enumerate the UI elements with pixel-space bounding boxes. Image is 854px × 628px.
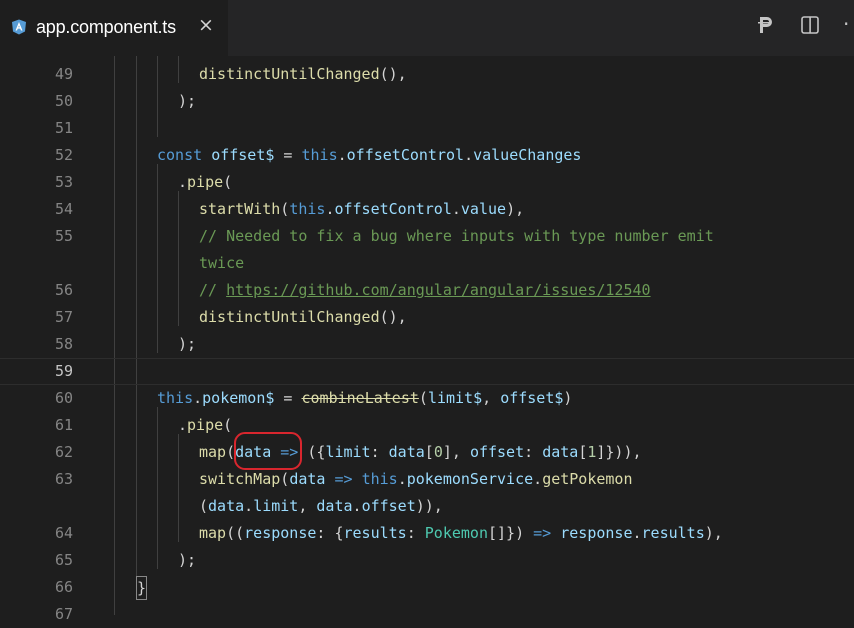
line-number: 61 bbox=[54, 416, 73, 434]
line-number: 59 bbox=[54, 362, 73, 380]
code-line: 65 ); bbox=[0, 547, 854, 574]
tab-app-component[interactable]: app.component.ts × bbox=[0, 0, 228, 56]
line-number: 64 bbox=[54, 524, 73, 542]
code-line-wrapped: twice bbox=[0, 250, 854, 277]
code-line-wrapped: (data.limit, data.offset)), bbox=[0, 493, 854, 520]
code-text: distinctUntilChanged(), bbox=[199, 65, 407, 83]
code-line: 61 .pipe( bbox=[0, 412, 854, 439]
line-number: 56 bbox=[54, 281, 73, 299]
line-number: 57 bbox=[54, 308, 73, 326]
code-text: ); bbox=[178, 92, 197, 110]
code-editor[interactable]: 49 distinctUntilChanged(), 50 ); 51 52 c… bbox=[0, 56, 854, 623]
line-number: 62 bbox=[54, 443, 73, 461]
code-comment-link[interactable]: // https://github.com/angular/angular/is… bbox=[199, 277, 651, 304]
code-line: 51 bbox=[0, 115, 854, 142]
line-number: 49 bbox=[54, 65, 73, 83]
code-line: 60 this.pokemon$ = combineLatest(limit$,… bbox=[0, 385, 854, 412]
tab-bar: app.component.ts × · bbox=[0, 0, 854, 56]
line-number: 65 bbox=[54, 551, 73, 569]
code-line: 53 .pipe( bbox=[0, 169, 854, 196]
code-comment: // Needed to fix a bug where inputs with… bbox=[199, 227, 714, 245]
code-line: 54 startWith(this.offsetControl.value), bbox=[0, 196, 854, 223]
tab-label: app.component.ts bbox=[36, 17, 176, 37]
line-number: 50 bbox=[54, 92, 73, 110]
angular-icon bbox=[12, 19, 26, 35]
code-text: const offset$ = this.offsetControl.value… bbox=[157, 146, 582, 164]
code-line: 58 ); bbox=[0, 331, 854, 358]
code-line: 63 switchMap(data => this.pokemonService… bbox=[0, 466, 854, 493]
line-number: 52 bbox=[54, 146, 73, 164]
code-text: this.pokemon$ = combineLatest(limit$, of… bbox=[157, 389, 573, 407]
split-editor-icon[interactable] bbox=[800, 14, 820, 36]
code-line-current: 59 bbox=[0, 358, 854, 385]
line-number: 55 bbox=[54, 227, 73, 245]
code-line: 62 map(data => ({limit: data[0], offset:… bbox=[0, 439, 854, 466]
close-icon[interactable]: × bbox=[198, 14, 214, 36]
code-text: .pipe( bbox=[178, 173, 233, 191]
code-text: startWith(this.offsetControl.value), bbox=[199, 200, 525, 218]
annotation-circle bbox=[234, 432, 302, 470]
line-number: 63 bbox=[54, 470, 73, 488]
code-line: 64 map((response: {results: Pokemon[]}) … bbox=[0, 520, 854, 547]
code-line: 66 } bbox=[0, 574, 854, 601]
code-comment: twice bbox=[199, 254, 245, 272]
code-text: map((response: {results: Pokemon[]}) => … bbox=[199, 524, 723, 542]
code-text: .pipe( bbox=[178, 416, 233, 434]
more-actions-icon[interactable]: · bbox=[843, 12, 849, 36]
code-text: switchMap(data => this.pokemonService.ge… bbox=[199, 470, 633, 488]
code-text: (data.limit, data.offset)), bbox=[199, 497, 443, 515]
code-line: 52 const offset$ = this.offsetControl.va… bbox=[0, 142, 854, 169]
code-text: distinctUntilChanged(), bbox=[199, 308, 407, 326]
code-line: 49 distinctUntilChanged(), bbox=[0, 61, 854, 88]
line-number: 51 bbox=[54, 119, 73, 137]
code-line: 50 ); bbox=[0, 88, 854, 115]
preview-icon[interactable] bbox=[756, 14, 776, 36]
code-line: 55 // Needed to fix a bug where inputs w… bbox=[0, 223, 854, 250]
matching-brace: } bbox=[136, 576, 148, 600]
line-number: 54 bbox=[54, 200, 73, 218]
line-number: 60 bbox=[54, 389, 73, 407]
code-text: ); bbox=[178, 551, 197, 569]
line-number: 66 bbox=[54, 578, 73, 596]
code-text: ); bbox=[178, 335, 197, 353]
line-number: 58 bbox=[54, 335, 73, 353]
code-line: 56 // https://github.com/angular/angular… bbox=[0, 277, 854, 304]
code-line: 57 distinctUntilChanged(), bbox=[0, 304, 854, 331]
line-number: 53 bbox=[54, 173, 73, 191]
